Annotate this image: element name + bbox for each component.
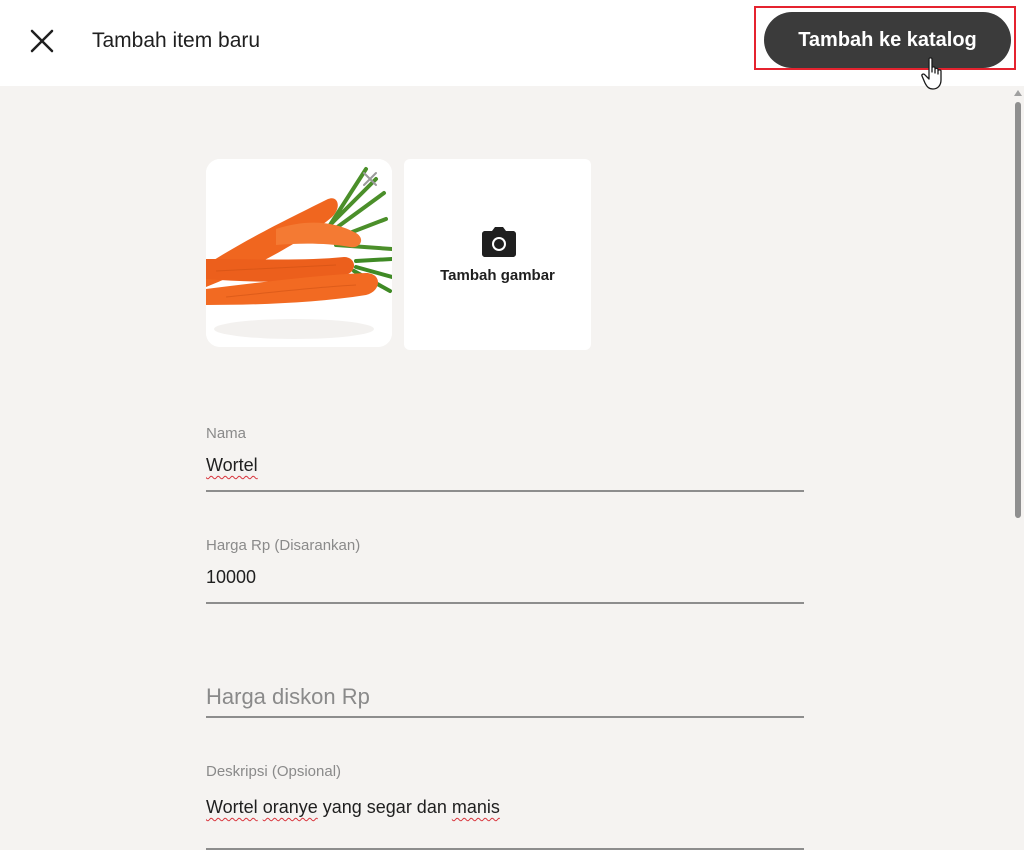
price-input-value: 10000: [206, 567, 257, 587]
discount-price-input[interactable]: Harga diskon Rp: [206, 684, 804, 710]
discount-input-wrapper[interactable]: Harga diskon Rp: [206, 680, 804, 710]
discount-field-underline: [206, 716, 804, 718]
description-input[interactable]: Wortel oranye yang segar dan manis: [206, 797, 804, 818]
remove-image-icon[interactable]: [362, 171, 378, 187]
carrot-photo: [206, 159, 392, 347]
name-field-label: Nama: [206, 425, 247, 442]
add-image-label: Tambah gambar: [440, 267, 555, 284]
scroll-up-arrow[interactable]: [1014, 90, 1022, 96]
name-input-wrapper[interactable]: Wortel: [206, 445, 804, 483]
price-input[interactable]: 10000: [206, 567, 804, 588]
description-word-3: manis: [451, 797, 500, 817]
discount-price-field: Harga diskon Rp: [206, 680, 804, 718]
description-input-wrapper[interactable]: Wortel oranye yang segar dan manis: [206, 783, 804, 821]
description-field: Deskripsi (Opsional) Wortel oranye yang …: [206, 763, 804, 850]
camera-icon: [482, 227, 516, 257]
page-title: Tambah item baru: [92, 29, 261, 52]
add-to-catalog-button[interactable]: Tambah ke katalog: [764, 12, 1011, 68]
scrollbar-thumb[interactable]: [1015, 102, 1021, 518]
price-field-underline: [206, 602, 804, 604]
description-middle: yang segar dan: [317, 797, 452, 817]
discount-price-placeholder: Harga diskon Rp: [206, 684, 370, 709]
price-field: Harga Rp (Disarankan) 10000: [206, 537, 804, 604]
close-button[interactable]: [28, 27, 56, 55]
close-icon: [30, 29, 54, 53]
product-image-thumbnail[interactable]: [206, 159, 392, 347]
description-word-2: oranye: [262, 797, 318, 817]
name-input-value: Wortel: [206, 455, 258, 475]
name-input[interactable]: Wortel: [206, 455, 804, 476]
description-word-1: Wortel: [206, 797, 258, 817]
add-image-button[interactable]: Tambah gambar: [404, 159, 591, 350]
name-field: Nama Wortel: [206, 425, 804, 492]
name-field-underline: [206, 490, 804, 492]
price-field-label: Harga Rp (Disarankan): [206, 537, 361, 554]
description-field-label: Deskripsi (Opsional): [206, 763, 342, 780]
price-input-wrapper[interactable]: 10000: [206, 557, 804, 595]
